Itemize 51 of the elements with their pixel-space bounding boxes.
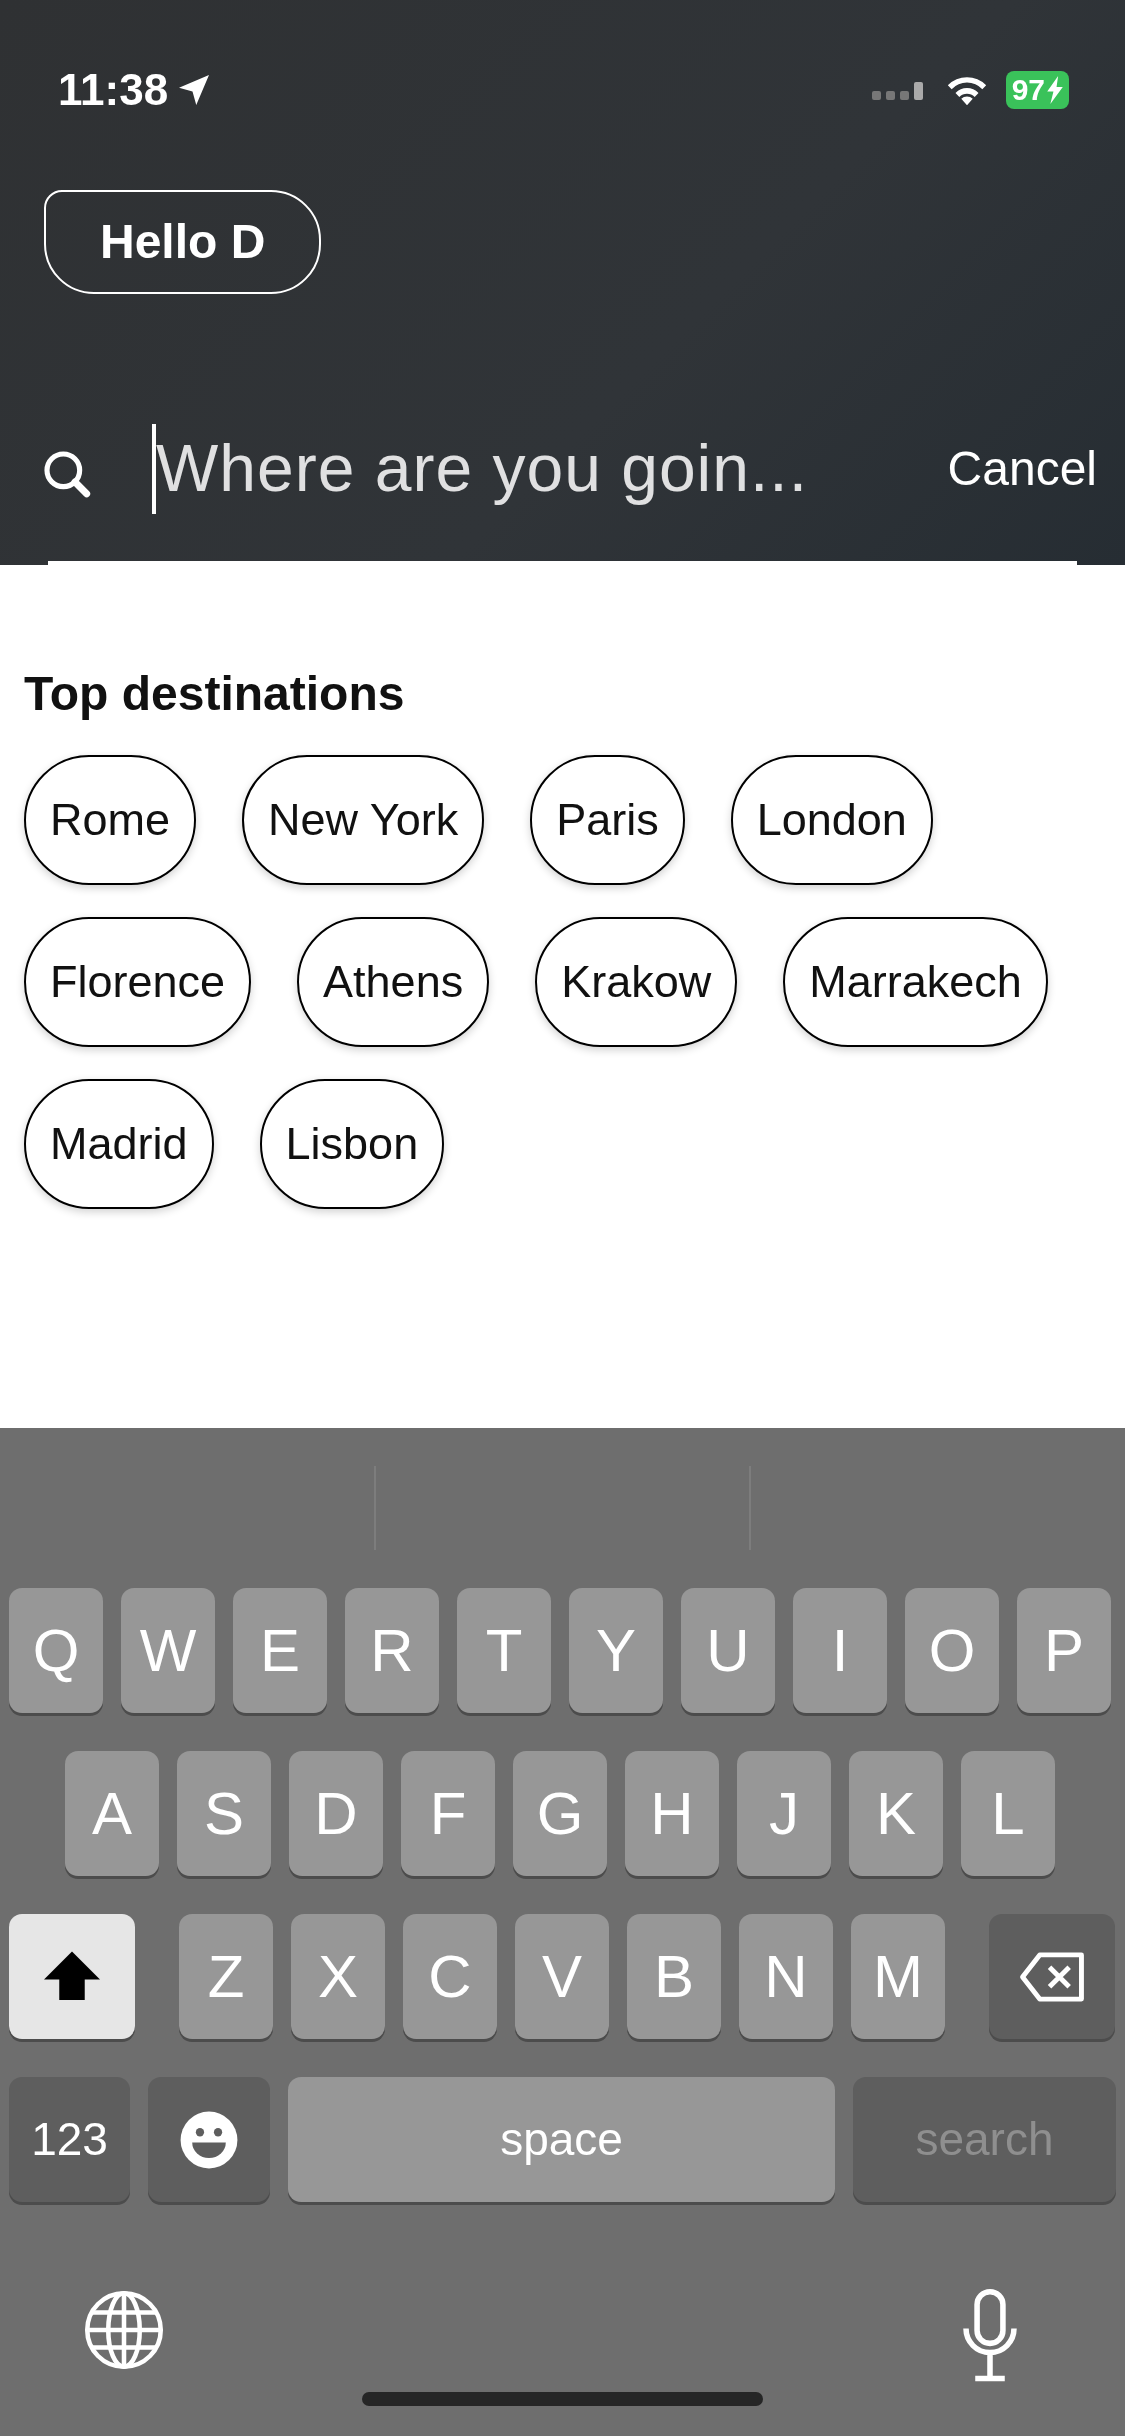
- backspace-icon: [1017, 1949, 1087, 2004]
- keyboard-key[interactable]: I: [793, 1588, 887, 1713]
- keyboard-key[interactable]: U: [681, 1588, 775, 1713]
- cancel-button[interactable]: Cancel: [947, 432, 1097, 505]
- keyboard-key[interactable]: K: [849, 1751, 943, 1876]
- destination-chip[interactable]: Florence: [24, 916, 252, 1047]
- destination-chip[interactable]: London: [730, 754, 933, 885]
- keyboard-key[interactable]: G: [513, 1751, 607, 1876]
- keyboard-key[interactable]: A: [65, 1751, 159, 1876]
- search-field[interactable]: Where are you goin...: [156, 419, 846, 518]
- keyboard-key[interactable]: Y: [569, 1588, 663, 1713]
- space-key[interactable]: space: [288, 2077, 835, 2202]
- globe-icon[interactable]: [82, 2288, 166, 2372]
- keyboard-key[interactable]: O: [905, 1588, 999, 1713]
- keyboard-key[interactable]: W: [121, 1588, 215, 1713]
- keyboard-key[interactable]: Z: [179, 1914, 273, 2039]
- keyboard-key[interactable]: P: [1017, 1588, 1111, 1713]
- keyboard-key[interactable]: H: [625, 1751, 719, 1876]
- keyboard-key[interactable]: X: [291, 1914, 385, 2039]
- status-time: 11:38: [58, 64, 169, 116]
- keyboard-key[interactable]: V: [515, 1914, 609, 2039]
- destination-chip[interactable]: Paris: [530, 754, 685, 885]
- keyboard-key[interactable]: M: [851, 1914, 945, 2039]
- destination-chip[interactable]: Krakow: [535, 916, 738, 1047]
- destination-chip[interactable]: Athens: [297, 916, 490, 1047]
- keyboard-key[interactable]: N: [739, 1914, 833, 2039]
- keyboard-key[interactable]: J: [737, 1751, 831, 1876]
- keyboard-key[interactable]: C: [403, 1914, 497, 2039]
- keyboard-key[interactable]: R: [345, 1588, 439, 1713]
- keyboard-key[interactable]: E: [233, 1588, 327, 1713]
- destination-chip[interactable]: Madrid: [24, 1078, 214, 1209]
- battery-indicator: 97: [1005, 71, 1069, 109]
- keyboard-key[interactable]: F: [401, 1751, 495, 1876]
- greeting-button[interactable]: Hello D: [44, 190, 322, 294]
- keyboard-key[interactable]: B: [627, 1914, 721, 2039]
- destination-chip[interactable]: Lisbon: [259, 1078, 445, 1209]
- emoji-key[interactable]: [148, 2077, 270, 2202]
- backspace-key[interactable]: [989, 1914, 1115, 2039]
- keyboard-key[interactable]: D: [289, 1751, 383, 1876]
- destination-chip[interactable]: New York: [242, 754, 485, 885]
- destination-chip[interactable]: Marrakech: [783, 916, 1048, 1047]
- bolt-icon: [1047, 76, 1063, 104]
- keyboard-key[interactable]: Q: [9, 1588, 103, 1713]
- keyboard-key[interactable]: S: [177, 1751, 271, 1876]
- numbers-key[interactable]: 123: [9, 2077, 130, 2202]
- section-title: Top destinations: [24, 666, 406, 722]
- microphone-icon[interactable]: [960, 2288, 1020, 2384]
- destination-chip[interactable]: Rome: [24, 754, 197, 885]
- shift-key[interactable]: [9, 1914, 135, 2039]
- keyboard-key[interactable]: L: [961, 1751, 1055, 1876]
- keyboard-key[interactable]: T: [457, 1588, 551, 1713]
